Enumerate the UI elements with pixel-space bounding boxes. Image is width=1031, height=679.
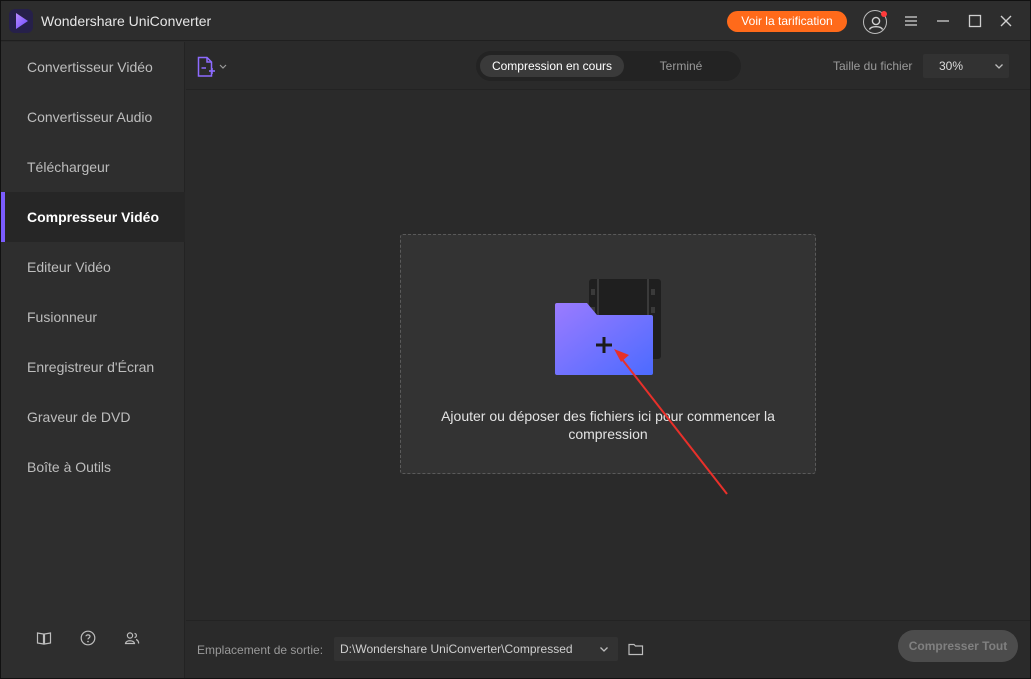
app-logo-icon (9, 9, 33, 33)
book-icon[interactable] (35, 629, 53, 647)
close-icon[interactable] (997, 12, 1015, 30)
add-folder-icon[interactable] (553, 277, 665, 377)
toolbar: Compression en cours Terminé Taille du f… (186, 42, 1030, 90)
help-icon[interactable] (79, 629, 97, 647)
file-size-label: Taille du fichier (833, 59, 913, 73)
maximize-icon[interactable] (966, 12, 984, 30)
output-path-select[interactable]: D:\Wondershare UniConverter\Compressed (334, 637, 618, 661)
pricing-button[interactable]: Voir la tarification (727, 11, 847, 32)
sidebar: Convertisseur Vidéo Convertisseur Audio … (1, 42, 185, 678)
open-folder-icon[interactable] (627, 640, 645, 658)
main-panel: Compression en cours Terminé Taille du f… (186, 42, 1030, 678)
sidebar-item-toolbox[interactable]: Boîte à Outils (1, 442, 185, 492)
output-path-value: D:\Wondershare UniConverter\Compressed (340, 642, 573, 656)
output-location-label: Emplacement de sortie: (197, 643, 324, 657)
title-bar: Wondershare UniConverter Voir la tarific… (1, 1, 1030, 41)
sidebar-item-audio-converter[interactable]: Convertisseur Audio (1, 92, 185, 142)
sidebar-item-video-compressor[interactable]: Compresseur Vidéo (1, 192, 185, 242)
drop-zone-text: Ajouter ou déposer des fichiers ici pour… (441, 408, 775, 442)
add-file-button[interactable] (196, 55, 232, 79)
app-window: Wondershare UniConverter Voir la tarific… (0, 0, 1031, 679)
tab-compressing[interactable]: Compression en cours (480, 55, 624, 77)
sidebar-item-merger[interactable]: Fusionneur (1, 292, 185, 342)
app-title: Wondershare UniConverter (41, 13, 212, 29)
chevron-down-icon (993, 60, 1005, 75)
sidebar-item-dvd-burner[interactable]: Graveur de DVD (1, 392, 185, 442)
file-size-select[interactable]: 30% (923, 54, 1009, 78)
sidebar-item-video-editor[interactable]: Editeur Vidéo (1, 242, 185, 292)
tab-finished[interactable]: Terminé (626, 55, 736, 77)
chevron-down-icon (598, 643, 610, 658)
sidebar-item-video-converter[interactable]: Convertisseur Vidéo (1, 42, 185, 92)
sidebar-item-downloader[interactable]: Téléchargeur (1, 142, 185, 192)
sidebar-item-screen-recorder[interactable]: Enregistreur d'Écran (1, 342, 185, 392)
compress-all-button[interactable]: Compresser Tout (898, 630, 1018, 662)
minimize-icon[interactable] (934, 12, 952, 30)
notification-dot (881, 11, 887, 17)
file-drop-zone[interactable]: Ajouter ou déposer des fichiers ici pour… (400, 234, 816, 474)
footer-bar: Emplacement de sortie: D:\Wondershare Un… (186, 620, 1030, 678)
users-icon[interactable] (123, 629, 141, 647)
menu-icon[interactable] (902, 12, 920, 30)
file-size-value: 30% (939, 59, 964, 73)
status-tabs: Compression en cours Terminé (476, 51, 741, 81)
